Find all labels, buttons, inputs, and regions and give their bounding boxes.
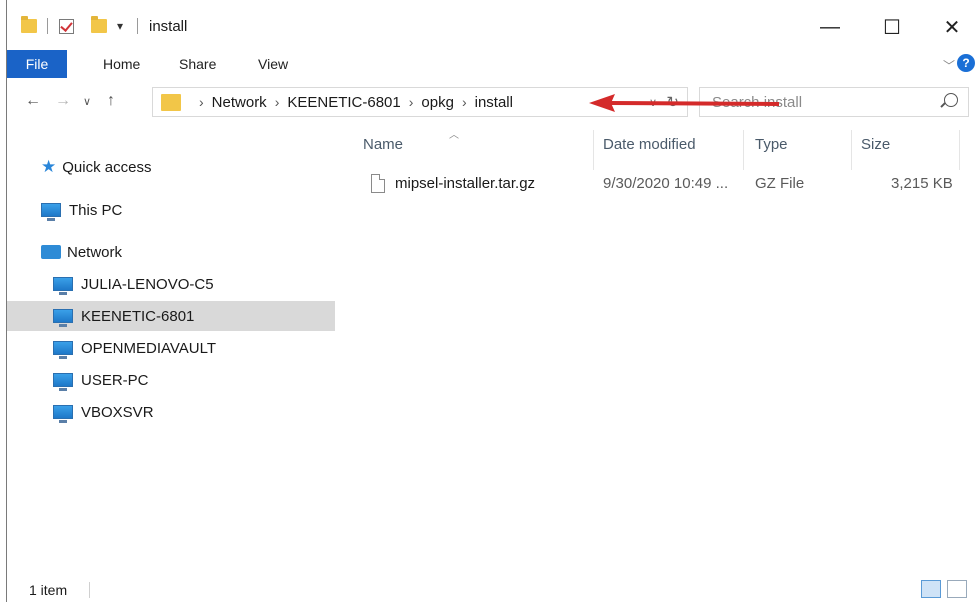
column-header-date[interactable]: Date modified xyxy=(603,136,696,153)
expand-ribbon-icon[interactable]: ﹀ xyxy=(943,57,955,74)
file-list: ︿ Name Date modified Type Size mipsel-in… xyxy=(345,130,976,570)
explorer-window: ▾ install — ☐ ✕ File Home Share View ﹀ ?… xyxy=(6,0,976,602)
search-icon[interactable] xyxy=(944,93,958,107)
breadcrumb-separator-icon[interactable]: › xyxy=(199,94,204,110)
star-icon: ★ xyxy=(41,157,57,176)
help-icon[interactable]: ? xyxy=(957,54,975,72)
ribbon-tabs: File Home Share View ﹀ ? xyxy=(7,50,976,78)
tab-share[interactable]: Share xyxy=(179,50,216,78)
sidebar-item-label: Quick access xyxy=(62,158,152,176)
tab-file[interactable]: File xyxy=(7,50,67,78)
breadcrumb-separator-icon[interactable]: › xyxy=(462,94,467,110)
column-header-size[interactable]: Size xyxy=(861,136,890,153)
breadcrumb-separator-icon[interactable]: › xyxy=(275,94,280,110)
up-arrow-icon[interactable]: ↑ xyxy=(107,92,115,110)
column-divider[interactable] xyxy=(593,130,594,170)
recent-locations-chevron-icon[interactable]: ∨ xyxy=(83,95,91,108)
column-divider[interactable] xyxy=(851,130,852,170)
window-title: install xyxy=(149,17,188,35)
sidebar-item-label: KEENETIC-6801 xyxy=(81,307,195,325)
sidebar-item-openmediavault[interactable]: OPENMEDIAVAULT xyxy=(7,333,335,363)
back-arrow-icon[interactable]: ← xyxy=(25,92,41,110)
details-view-icon[interactable] xyxy=(921,580,941,598)
status-divider xyxy=(89,582,90,598)
sidebar-item-user-pc[interactable]: USER-PC xyxy=(7,365,335,395)
breadcrumb: › Network › KEENETIC-6801 › opkg › insta… xyxy=(191,94,513,111)
breadcrumb-keenetic[interactable]: KEENETIC-6801 xyxy=(287,94,400,111)
annotation-arrow-shaft xyxy=(608,101,779,106)
sidebar-item-keenetic[interactable]: KEENETIC-6801 xyxy=(7,301,335,331)
navigation-pane: ★ Quick access This PC Network JULIA-LEN… xyxy=(7,130,335,570)
sidebar-item-label: This PC xyxy=(69,201,123,219)
column-header-type[interactable]: Type xyxy=(755,136,788,153)
sidebar-item-label: VBOXSVR xyxy=(81,403,154,421)
customize-toolbar-dropdown-icon[interactable]: ▾ xyxy=(117,14,123,38)
sort-ascending-icon: ︿ xyxy=(449,130,459,141)
network-icon xyxy=(41,245,61,259)
file-size: 3,215 KB xyxy=(891,175,953,192)
item-count: 1 item xyxy=(29,582,68,598)
breadcrumb-opkg[interactable]: opkg xyxy=(421,94,454,111)
large-icons-view-icon[interactable] xyxy=(947,580,967,598)
new-folder-icon[interactable] xyxy=(91,14,107,38)
file-date: 9/30/2020 10:49 ... xyxy=(603,175,729,192)
breadcrumb-install[interactable]: install xyxy=(475,94,513,111)
window-folder-icon xyxy=(21,14,37,38)
computer-icon xyxy=(53,405,73,423)
title-bar: ▾ install — ☐ ✕ xyxy=(7,0,976,50)
sidebar-item-this-pc[interactable]: This PC xyxy=(7,195,335,225)
sidebar-item-vboxsvr[interactable]: VBOXSVR xyxy=(7,397,335,427)
sidebar-item-label: JULIA-LENOVO-C5 xyxy=(81,275,214,293)
computer-icon xyxy=(53,341,73,359)
breadcrumb-separator-icon[interactable]: › xyxy=(409,94,414,110)
sidebar-item-label: USER-PC xyxy=(81,371,149,389)
tab-view[interactable]: View xyxy=(258,50,288,78)
sidebar-item-quick-access[interactable]: ★ Quick access xyxy=(7,152,335,182)
computer-icon xyxy=(53,277,73,295)
tab-home[interactable]: Home xyxy=(103,50,140,78)
forward-arrow-icon[interactable]: → xyxy=(55,92,71,110)
status-bar: 1 item xyxy=(7,578,976,602)
column-divider[interactable] xyxy=(959,130,960,170)
computer-icon xyxy=(53,373,73,391)
computer-icon xyxy=(41,203,61,221)
navigation-bar: ← → ∨ ↑ › Network › KEENETIC-6801 › opkg… xyxy=(7,84,976,120)
computer-icon xyxy=(53,309,73,327)
close-button[interactable]: ✕ xyxy=(929,10,975,44)
file-name: mipsel-installer.tar.gz xyxy=(395,175,536,192)
column-divider[interactable] xyxy=(743,130,744,170)
file-icon xyxy=(371,174,385,193)
annotation-arrow xyxy=(589,94,779,112)
properties-icon[interactable] xyxy=(59,14,74,38)
sidebar-item-network[interactable]: Network xyxy=(7,237,335,267)
sidebar-item-label: Network xyxy=(67,243,123,261)
maximize-button[interactable]: ☐ xyxy=(869,10,915,44)
minimize-button[interactable]: — xyxy=(807,10,853,44)
breadcrumb-network[interactable]: Network xyxy=(212,94,267,111)
table-row[interactable]: mipsel-installer.tar.gz 9/30/2020 10:49 … xyxy=(345,170,976,198)
column-header-name[interactable]: Name xyxy=(363,136,403,153)
address-folder-icon xyxy=(161,93,181,111)
sidebar-item-julia-lenovo[interactable]: JULIA-LENOVO-C5 xyxy=(7,269,335,299)
file-type: GZ File xyxy=(755,175,805,192)
sidebar-item-label: OPENMEDIAVAULT xyxy=(81,339,217,357)
